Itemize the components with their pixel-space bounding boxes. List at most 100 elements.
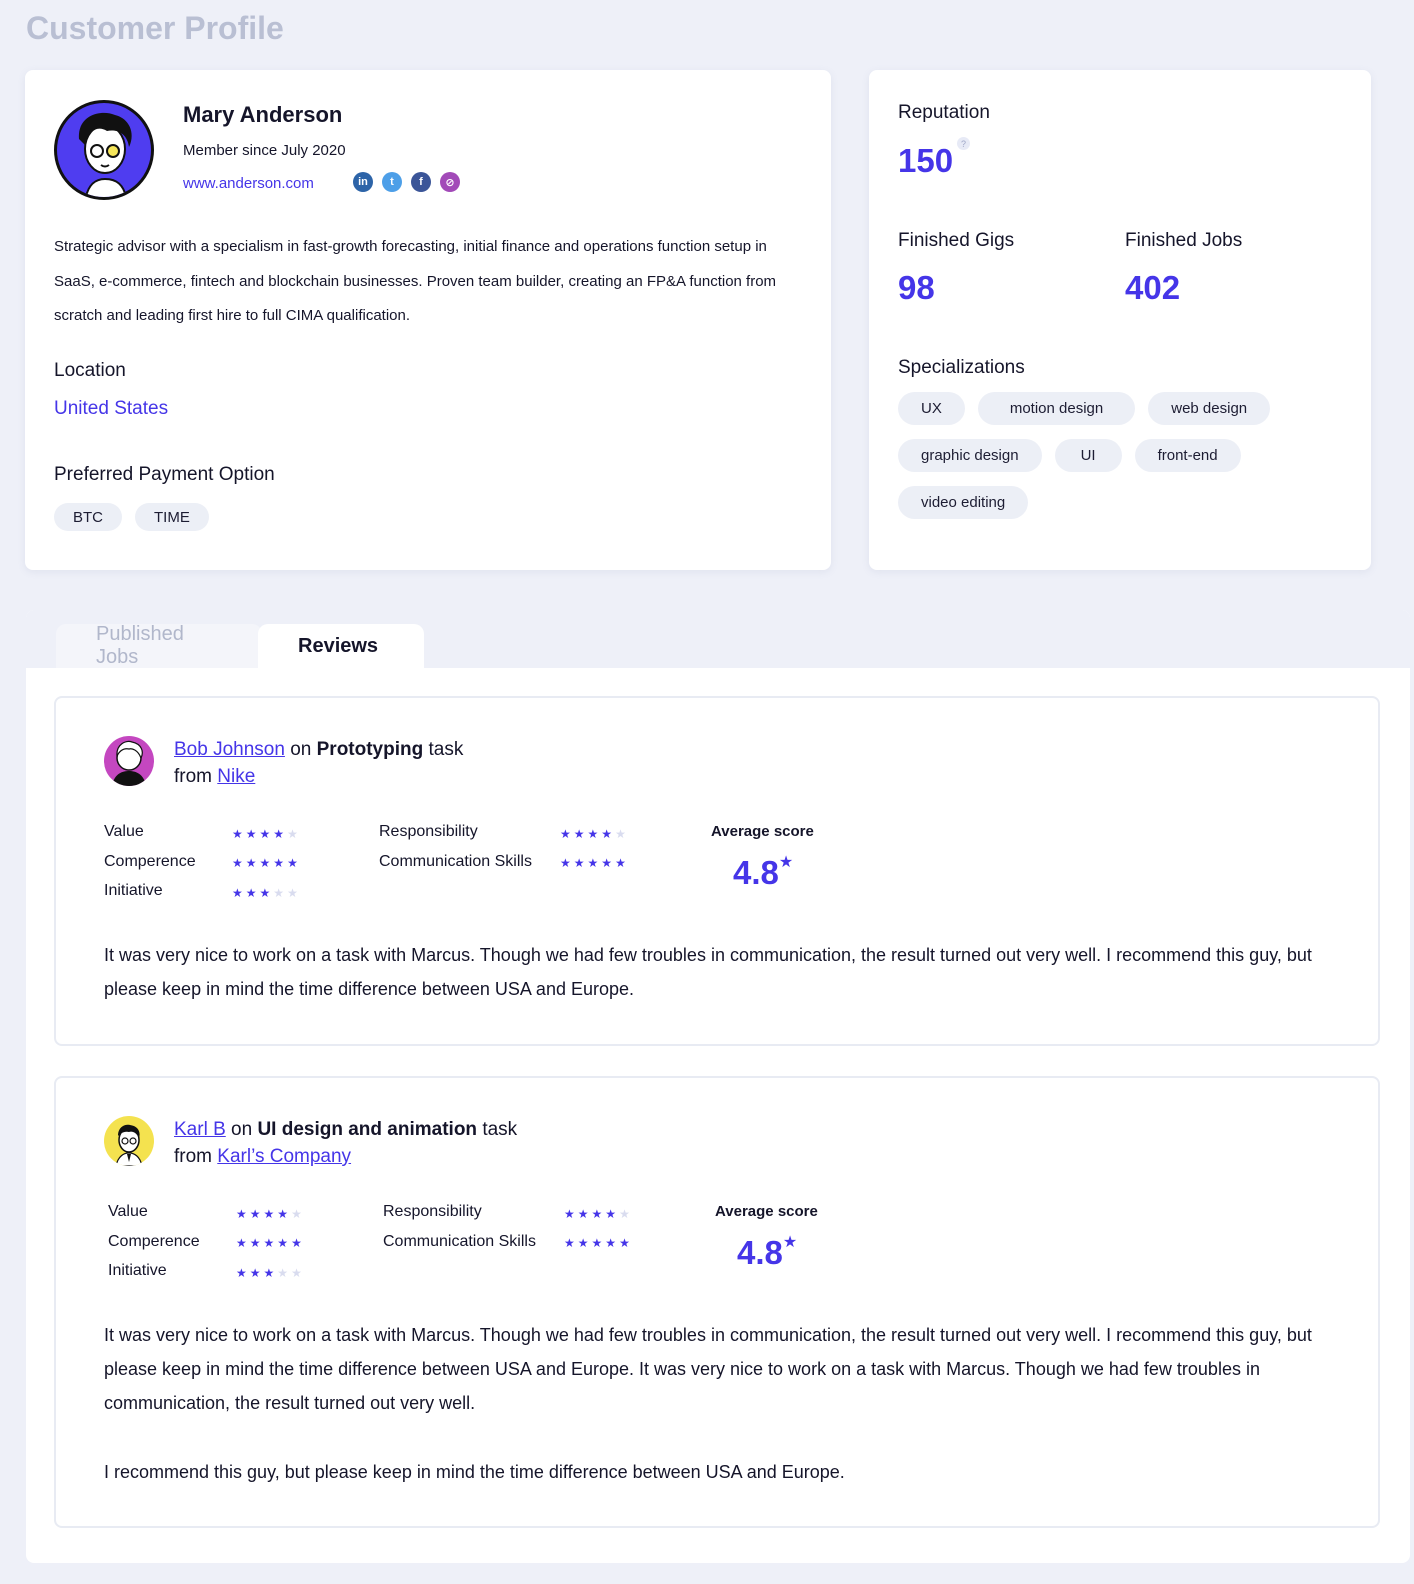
profile-bio: Strategic advisor with a specialism in f…: [54, 238, 777, 324]
specializations-list: UX motion design web design graphic desi…: [898, 392, 1338, 519]
tab-published-jobs[interactable]: Published Jobs: [56, 623, 262, 668]
star-empty-icon: ★: [291, 1207, 302, 1221]
jobs-value: 402: [1125, 269, 1181, 306]
gigs-label: Finished Gigs: [898, 230, 1015, 251]
star-rating: ★ ★ ★ ★ ★: [232, 886, 298, 900]
star-filled-icon: ★: [587, 827, 599, 841]
star-rating: ★ ★ ★ ★ ★: [560, 827, 626, 841]
tabs-bar: Published Jobs Reviews: [26, 610, 1410, 668]
dribbble-icon[interactable]: ⊘: [440, 172, 460, 192]
spec-chip: front-end: [1134, 439, 1241, 472]
jobs-label: Finished Jobs: [1125, 230, 1243, 251]
linkedin-icon[interactable]: in: [353, 172, 373, 192]
location-label: Location: [54, 360, 126, 381]
page-title: Customer Profile: [26, 10, 284, 46]
star-filled-icon: ★: [277, 1207, 289, 1221]
star-rating: ★ ★ ★ ★ ★: [232, 856, 298, 870]
on-word: on: [290, 739, 312, 760]
star-filled-icon: ★: [615, 856, 626, 870]
star-filled-icon: ★: [236, 1207, 247, 1221]
reviewer-link[interactable]: Bob Johnson: [174, 739, 285, 760]
company-link[interactable]: Karl’s Company: [217, 1146, 351, 1167]
from-word: from: [174, 1146, 212, 1167]
review-body: It was very nice to work on a task with …: [104, 1325, 1312, 1413]
task-name: Prototyping: [316, 739, 424, 760]
spec-chip: UX: [898, 392, 965, 425]
star-filled-icon: ★: [273, 856, 285, 870]
star-filled-icon: ★: [277, 1236, 289, 1250]
star-filled-icon: ★: [619, 1236, 630, 1250]
payment-chip-btc: BTC: [54, 503, 122, 531]
star-filled-icon: ★: [236, 1236, 247, 1250]
task-word: task: [428, 739, 464, 760]
metric-label: Responsibility: [383, 1203, 482, 1220]
star-filled-icon: ★: [245, 886, 257, 900]
star-filled-icon: ★: [236, 1266, 247, 1280]
metric-label: Responsibility: [379, 823, 478, 840]
company-link[interactable]: Nike: [217, 766, 255, 787]
spec-chip: graphic design: [898, 439, 1042, 472]
star-icon: ★: [778, 854, 794, 871]
star-filled-icon: ★: [263, 1266, 275, 1280]
star-filled-icon: ★: [591, 1236, 603, 1250]
review-card: Bob Johnson on Prototyping task from Nik…: [54, 696, 1380, 1046]
star-empty-icon: ★: [277, 1266, 289, 1280]
star-filled-icon: ★: [245, 856, 257, 870]
star-filled-icon: ★: [564, 1207, 575, 1221]
spec-chip: web design: [1148, 392, 1271, 425]
star-filled-icon: ★: [587, 856, 599, 870]
star-filled-icon: ★: [259, 886, 271, 900]
help-icon[interactable]: ?: [957, 137, 970, 150]
location-value: United States: [54, 398, 169, 419]
specializations-label: Specializations: [898, 357, 1025, 378]
star-empty-icon: ★: [291, 1266, 302, 1280]
task-word: task: [482, 1119, 518, 1140]
review-body: I recommend this guy, but please keep in…: [104, 1462, 845, 1482]
star-filled-icon: ★: [287, 856, 298, 870]
star-filled-icon: ★: [577, 1236, 589, 1250]
metric-label: Communication Skills: [383, 1233, 536, 1250]
star-filled-icon: ★: [560, 827, 571, 841]
reviews-panel: Published Jobs Reviews Bob Johnson on Pr…: [26, 610, 1410, 1563]
reviewer-avatar: [104, 736, 154, 786]
star-rating: ★ ★ ★ ★ ★: [236, 1236, 302, 1250]
star-filled-icon: ★: [577, 1207, 589, 1221]
star-rating: ★ ★ ★ ★ ★: [564, 1236, 630, 1250]
star-filled-icon: ★: [259, 827, 271, 841]
star-filled-icon: ★: [291, 1236, 302, 1250]
star-filled-icon: ★: [249, 1207, 261, 1221]
review-card: Karl B on UI design and animation task f…: [54, 1076, 1380, 1528]
average-score-label: Average score: [711, 823, 814, 840]
facebook-icon[interactable]: f: [411, 172, 431, 192]
metric-label: Value: [108, 1203, 148, 1220]
reviewer-avatar: [104, 1116, 154, 1166]
metric-label: Communication Skills: [379, 853, 532, 870]
star-icon: ★: [782, 1234, 798, 1251]
star-filled-icon: ★: [263, 1236, 275, 1250]
metric-label: Comperence: [108, 1233, 200, 1250]
review-header: Bob Johnson on Prototyping task from Nik…: [174, 736, 463, 790]
average-score-value: 4.8★: [733, 854, 793, 892]
stats-card: Reputation 150 ? Finished Gigs 98 Finish…: [869, 70, 1371, 570]
average-score-label: Average score: [715, 1203, 818, 1220]
profile-name: Mary Anderson: [183, 102, 343, 127]
tab-reviews[interactable]: Reviews: [258, 624, 424, 668]
star-rating: ★ ★ ★ ★ ★: [564, 1207, 630, 1221]
star-rating: ★ ★ ★ ★ ★: [232, 827, 298, 841]
star-filled-icon: ★: [560, 856, 571, 870]
website-link[interactable]: www.anderson.com: [183, 175, 314, 192]
star-filled-icon: ★: [573, 856, 585, 870]
star-empty-icon: ★: [615, 827, 626, 841]
payment-options: BTC TIME: [54, 503, 209, 531]
star-filled-icon: ★: [273, 827, 285, 841]
twitter-icon[interactable]: t: [382, 172, 402, 192]
reviewer-link[interactable]: Karl B: [174, 1119, 226, 1140]
star-filled-icon: ★: [573, 827, 585, 841]
member-since: Member since July 2020: [183, 142, 346, 159]
average-score-number: 4.8: [737, 1234, 783, 1271]
star-filled-icon: ★: [232, 886, 243, 900]
star-filled-icon: ★: [591, 1207, 603, 1221]
task-name: UI design and animation: [257, 1119, 478, 1140]
star-filled-icon: ★: [245, 827, 257, 841]
gigs-value: 98: [898, 269, 935, 306]
